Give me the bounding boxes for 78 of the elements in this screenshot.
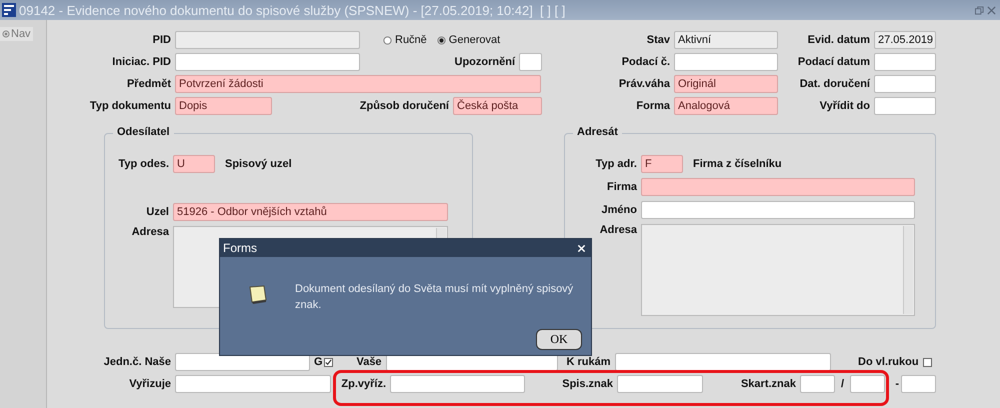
input-field[interactable]: Potvrzení žádosti [175,75,541,93]
field-label: Adresa [598,224,638,236]
input-field[interactable] [175,31,360,49]
app-logo-icon [2,3,16,17]
group-title: Odesílatel [113,126,174,138]
field-label: Do vl.rukou [857,356,920,368]
field-label: Spis.znak [561,378,614,390]
input-field[interactable] [850,375,885,393]
input-field[interactable] [641,178,915,196]
field-label: Předmět [126,78,172,90]
dialog-message: Dokument odesílaný do Světa musí mít vyplněný spisový znak. [295,282,574,313]
field-label: Forma [635,100,671,112]
separator-text: - [894,378,900,390]
note-icon [247,283,269,305]
field-label: Adresa [130,226,170,238]
input-field[interactable] [617,375,703,393]
input-field[interactable] [800,375,835,393]
field-label: Iniciac. PID [111,56,172,68]
radio-label[interactable]: Ručně [395,34,427,46]
input-field[interactable]: F [641,155,683,173]
field-label: Jedn.č. Naše [102,356,172,368]
input-field[interactable] [614,353,831,371]
field-label: Vaše [355,356,383,368]
radio-label[interactable]: Generovat [448,34,500,46]
input-field[interactable] [519,53,542,71]
field-label: Podací č. [620,56,671,68]
checkbox[interactable] [324,358,333,366]
field-label: K rukám [566,356,612,368]
field-label: Upozornění [454,56,516,68]
radio-button[interactable] [436,36,446,44]
input-field[interactable] [901,375,936,393]
field-label: Práv.váha [618,78,671,90]
field-label: Vyřizuje [128,378,172,390]
input-field[interactable] [175,53,360,71]
group-title: Adresát [573,126,622,138]
input-field[interactable]: 27.05.2019 [874,31,936,49]
field-label: Skart.znak [740,378,797,390]
input-field[interactable]: Originál [674,75,778,93]
input-field[interactable]: U [173,155,215,173]
text-area[interactable] [641,224,915,316]
type-name: Firma z číselníku [692,158,783,170]
restore-icon[interactable] [975,6,984,14]
type-name: Spisový uzel [224,158,293,170]
ok-button[interactable]: OK [536,329,582,350]
input-field[interactable]: 51926 - Odbor vnějších vztahů [173,203,448,221]
field-label: Způsob doručení [360,100,450,112]
input-field[interactable] [641,201,915,219]
input-field[interactable] [674,53,778,71]
field-label: Podací datum [796,56,871,68]
input-field[interactable] [390,375,525,393]
field-label: Evid. datum [806,34,871,46]
field-label: PID [152,34,172,46]
field-label: Stav [646,34,671,46]
scrollbar[interactable] [903,226,913,314]
window-title: 09142 - Evidence nového dokumentu do spisové služby (SPSNEW) - [27.05.2019; 10:42] [ ] [ ] [19,2,566,18]
input-field[interactable] [874,75,936,93]
field-label: Typ odes. [117,158,170,170]
input-field[interactable] [874,53,936,71]
input-field[interactable]: Česká pošta [453,97,542,115]
field-label: Typ dokumentu [88,100,172,112]
checkbox[interactable] [922,358,932,366]
target-icon [2,30,10,38]
input-field[interactable]: Aktivní [674,31,778,49]
input-field[interactable] [175,375,331,393]
field-label: Firma [606,181,638,193]
field-label: G [314,356,324,368]
input-field[interactable]: Analogová [674,97,778,115]
separator-text: / [840,378,846,390]
field-label: Typ adr. [594,158,638,170]
field-label: Jméno [600,204,638,216]
field-label: Vyřídit do [818,100,871,112]
input-field[interactable]: Dopis [175,97,272,115]
field-label: Dat. doručení [798,78,872,90]
input-field[interactable] [874,97,936,115]
field-label: Zp.vyříz. [340,378,387,390]
field-label: Uzel [145,206,170,218]
dialog-title: Forms [223,241,257,255]
radio-button[interactable] [383,36,392,44]
